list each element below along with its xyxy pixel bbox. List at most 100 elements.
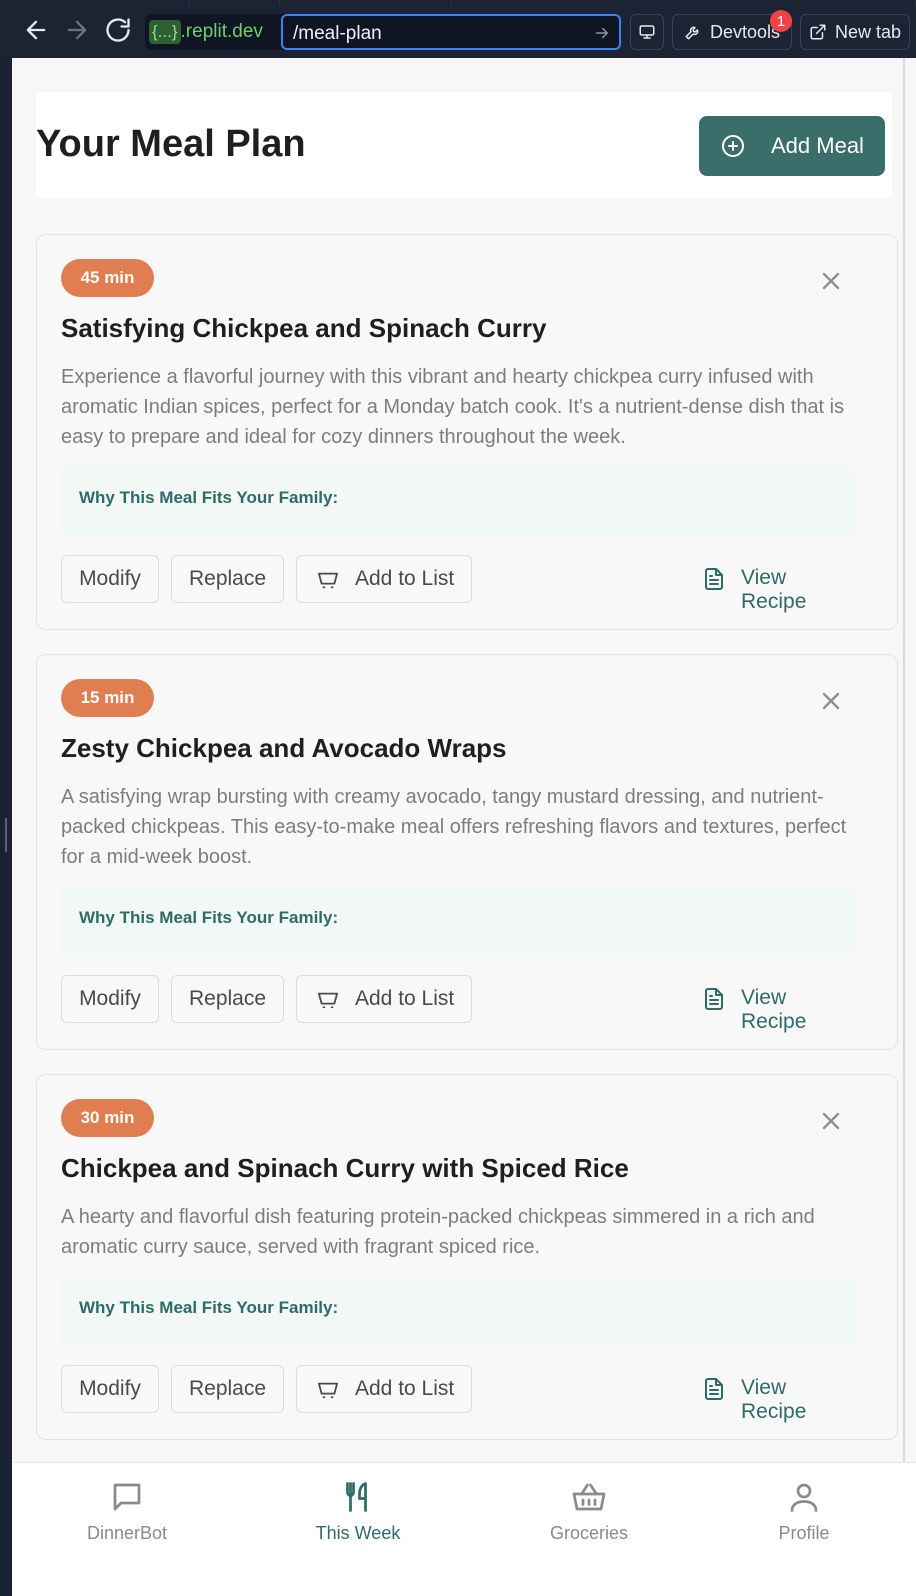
document-icon [705,1378,723,1400]
cart-icon [317,992,338,1009]
monitor-icon [639,25,655,39]
remove-meal-button[interactable] [817,267,845,295]
modify-button[interactable]: Modify [61,1365,159,1413]
tab-strip-segment [0,0,190,6]
tab-strip-segment [190,0,280,6]
bottom-nav: DinnerBot This Week Groceries Profile [12,1462,916,1596]
basket-icon [572,1483,606,1511]
view-recipe-link[interactable]: View Recipe [699,1365,857,1423]
add-to-list-button[interactable]: Add to List [296,555,472,603]
add-to-list-button[interactable]: Add to List [296,975,472,1023]
add-to-list-label: Add to List [355,567,455,590]
reload-icon [106,18,130,42]
modify-button[interactable]: Modify [61,555,159,603]
url-bar[interactable]: {...} .replit.dev /meal-plan [145,14,621,50]
replace-button[interactable]: Replace [171,975,284,1023]
wrench-icon [685,26,699,40]
tab-strip-segment [452,0,916,6]
tab-strip [0,0,916,6]
view-recipe-link[interactable]: View Recipe [699,975,857,1033]
user-icon [790,1483,818,1512]
modify-button[interactable]: Modify [61,975,159,1023]
meal-actions: Modify Replace Add to List View Recipe [61,1365,857,1423]
devtools-notification-badge: 1 [770,10,792,32]
arrow-right-icon [67,20,87,40]
meal-card: 15 min Zesty Chickpea and Avocado Wraps … [36,654,898,1050]
new-tab-label: New tab [834,21,902,42]
arrow-left-icon [26,20,46,40]
device-preview-button[interactable] [630,14,664,50]
view-recipe-label: View Recipe [741,566,807,613]
browser-toolbar: {...} .replit.dev /meal-plan Devtools 1 … [0,0,916,58]
view-recipe-label: View Recipe [741,1376,807,1423]
page-header: Your Meal Plan Add Meal [36,92,892,198]
url-path-text: /meal-plan [293,23,382,44]
why-fits-box: Why This Meal Fits Your Family: [61,1277,857,1345]
why-fits-box: Why This Meal Fits Your Family: [61,467,857,535]
meal-card: 30 min Chickpea and Spinach Curry with S… [36,1074,898,1440]
remove-meal-button[interactable] [817,1107,845,1135]
meal-title: Chickpea and Spinach Curry with Spiced R… [61,1153,629,1183]
nav-label: This Week [315,1523,401,1543]
cart-icon [317,1382,338,1399]
nav-item-profile[interactable]: Profile [724,1479,884,1549]
add-meal-label: Add Meal [771,133,864,158]
reload-button[interactable] [104,16,132,44]
nav-item-groceries[interactable]: Groceries [509,1479,669,1549]
url-domain-badge: {...} [149,20,181,44]
meal-description: A satisfying wrap bursting with creamy a… [61,786,847,868]
add-to-list-label: Add to List [355,1377,455,1400]
view-recipe-label: View Recipe [741,986,807,1033]
meal-actions: Modify Replace Add to List View Recipe [61,555,857,613]
page-title: Your Meal Plan [36,123,306,165]
meal-title: Zesty Chickpea and Avocado Wraps [61,733,507,763]
external-link-icon [810,24,826,40]
time-badge: 30 min [61,1099,154,1137]
window-left-edge [0,58,12,1596]
add-to-list-button[interactable]: Add to List [296,1365,472,1413]
go-arrow-icon[interactable] [593,24,611,42]
time-badge: 45 min [61,259,154,297]
meal-card: 45 min Satisfying Chickpea and Spinach C… [36,234,898,630]
remove-meal-button[interactable] [817,687,845,715]
scrollbar-track[interactable] [903,58,905,1478]
plus-circle-icon [722,135,744,157]
meal-description: Experience a flavorful journey with this… [61,366,845,448]
why-fits-label: Why This Meal Fits Your Family: [79,1298,339,1317]
document-icon [705,568,723,590]
cart-icon [317,572,338,589]
view-recipe-link[interactable]: View Recipe [699,555,857,613]
chat-bubble-icon [113,1483,141,1511]
forward-button[interactable] [63,16,91,44]
app-viewport: Your Meal Plan Add Meal 45 min Satisfyin… [12,58,916,1596]
nav-label: Profile [778,1523,830,1543]
meal-description: A hearty and flavorful dish featuring pr… [61,1206,815,1258]
add-to-list-label: Add to List [355,987,455,1010]
why-fits-box: Why This Meal Fits Your Family: [61,887,857,955]
url-domain-text: .replit.dev [180,21,263,42]
url-domain: {...} .replit.dev [149,18,263,46]
nav-label: DinnerBot [86,1523,168,1543]
url-path-input[interactable]: /meal-plan [281,14,621,50]
nav-item-dinnerbot[interactable]: DinnerBot [47,1479,207,1549]
back-button[interactable] [22,16,50,44]
close-icon [822,272,840,290]
new-tab-button[interactable]: New tab [800,14,910,50]
close-icon [822,1112,840,1130]
time-badge: 15 min [61,679,154,717]
fork-knife-icon [346,1482,367,1512]
add-meal-button[interactable]: Add Meal [699,116,885,176]
nav-item-this-week[interactable]: This Week [278,1479,438,1549]
close-icon [822,692,840,710]
nav-label: Groceries [549,1523,629,1543]
meal-actions: Modify Replace Add to List View Recipe [61,975,857,1033]
replace-button[interactable]: Replace [171,1365,284,1413]
tab-strip-segment [280,0,452,6]
document-icon [705,988,723,1010]
meal-title: Satisfying Chickpea and Spinach Curry [61,313,547,343]
devtools-label: Devtools [709,21,781,42]
why-fits-label: Why This Meal Fits Your Family: [79,908,339,927]
replace-button[interactable]: Replace [171,555,284,603]
resize-handle[interactable] [5,818,7,852]
why-fits-label: Why This Meal Fits Your Family: [79,488,339,507]
